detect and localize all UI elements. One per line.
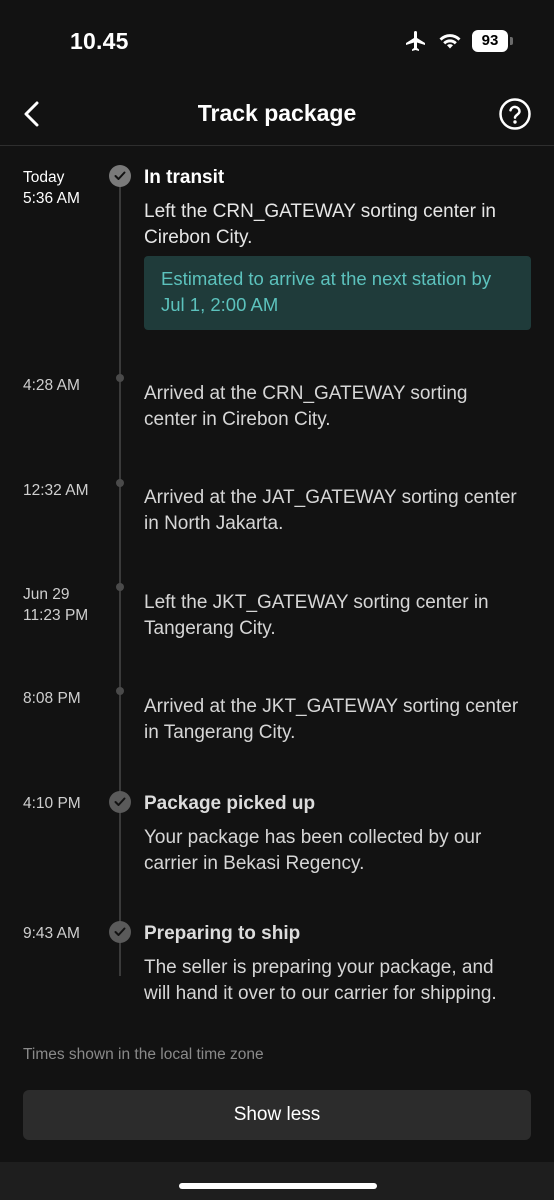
help-button[interactable]	[498, 97, 532, 131]
status-time: 10.45	[70, 28, 129, 54]
eta-text: Estimated to arrive at the next station …	[161, 268, 492, 289]
show-less-button[interactable]: Show less	[23, 1090, 531, 1140]
timezone-note: Times shown in the local time zone	[23, 1046, 264, 1063]
bottom-band	[0, 1162, 554, 1200]
event-description: Left the CRN_GATEWAY sorting center in C…	[144, 201, 496, 248]
timeline-dot	[116, 479, 124, 487]
event-title: Package picked up	[144, 793, 316, 814]
check-icon	[109, 165, 131, 187]
wifi-icon	[439, 34, 461, 49]
event-description: Left the JKT_GATEWAY sorting center in T…	[144, 592, 489, 639]
page-title: Track package	[197, 100, 357, 126]
event-time: 4:28 AM	[23, 377, 80, 394]
event-title: In transit	[144, 167, 225, 188]
check-icon	[109, 921, 131, 943]
event-time: 9:43 AM	[23, 925, 80, 942]
help-icon	[499, 98, 531, 130]
tracking-timeline: Today 5:36 AM In transit Left the CRN_GA…	[0, 146, 554, 1036]
check-icon	[109, 791, 131, 813]
event-time: 4:10 PM	[23, 795, 81, 812]
event-description: Arrived at the JKT_GATEWAY sorting cente…	[144, 696, 519, 743]
event-title: Preparing to ship	[144, 923, 301, 944]
header: Track package	[0, 80, 554, 146]
event-description: The seller is preparing your package, an…	[144, 957, 497, 1004]
event-description: Arrived at the JAT_GATEWAY sorting cente…	[144, 487, 517, 534]
event-time: Jun 29 11:23 PM	[23, 586, 89, 624]
event-time: 8:08 PM	[23, 690, 81, 707]
event-description: Arrived at the CRN_GATEWAY sorting cente…	[144, 383, 468, 430]
status-icons: 93	[404, 28, 513, 54]
event-time: 12:32 AM	[23, 482, 89, 499]
eta-date: Jul 1, 2:00 AM	[161, 294, 279, 315]
eta-notice: Estimated to arrive at the next station …	[144, 256, 531, 330]
battery-icon: 93	[472, 30, 513, 52]
status-bar: 10.45 93	[0, 0, 554, 80]
home-indicator[interactable]	[179, 1183, 377, 1189]
event-time: Today 5:36 AM	[23, 169, 80, 207]
timeline-dot	[116, 583, 124, 591]
timeline-dot	[116, 687, 124, 695]
event-description: Your package has been collected by our c…	[144, 827, 482, 874]
timeline-line	[119, 176, 121, 976]
airplane-icon	[406, 31, 425, 51]
battery-level: 93	[481, 32, 499, 49]
timeline-dot	[116, 374, 124, 382]
